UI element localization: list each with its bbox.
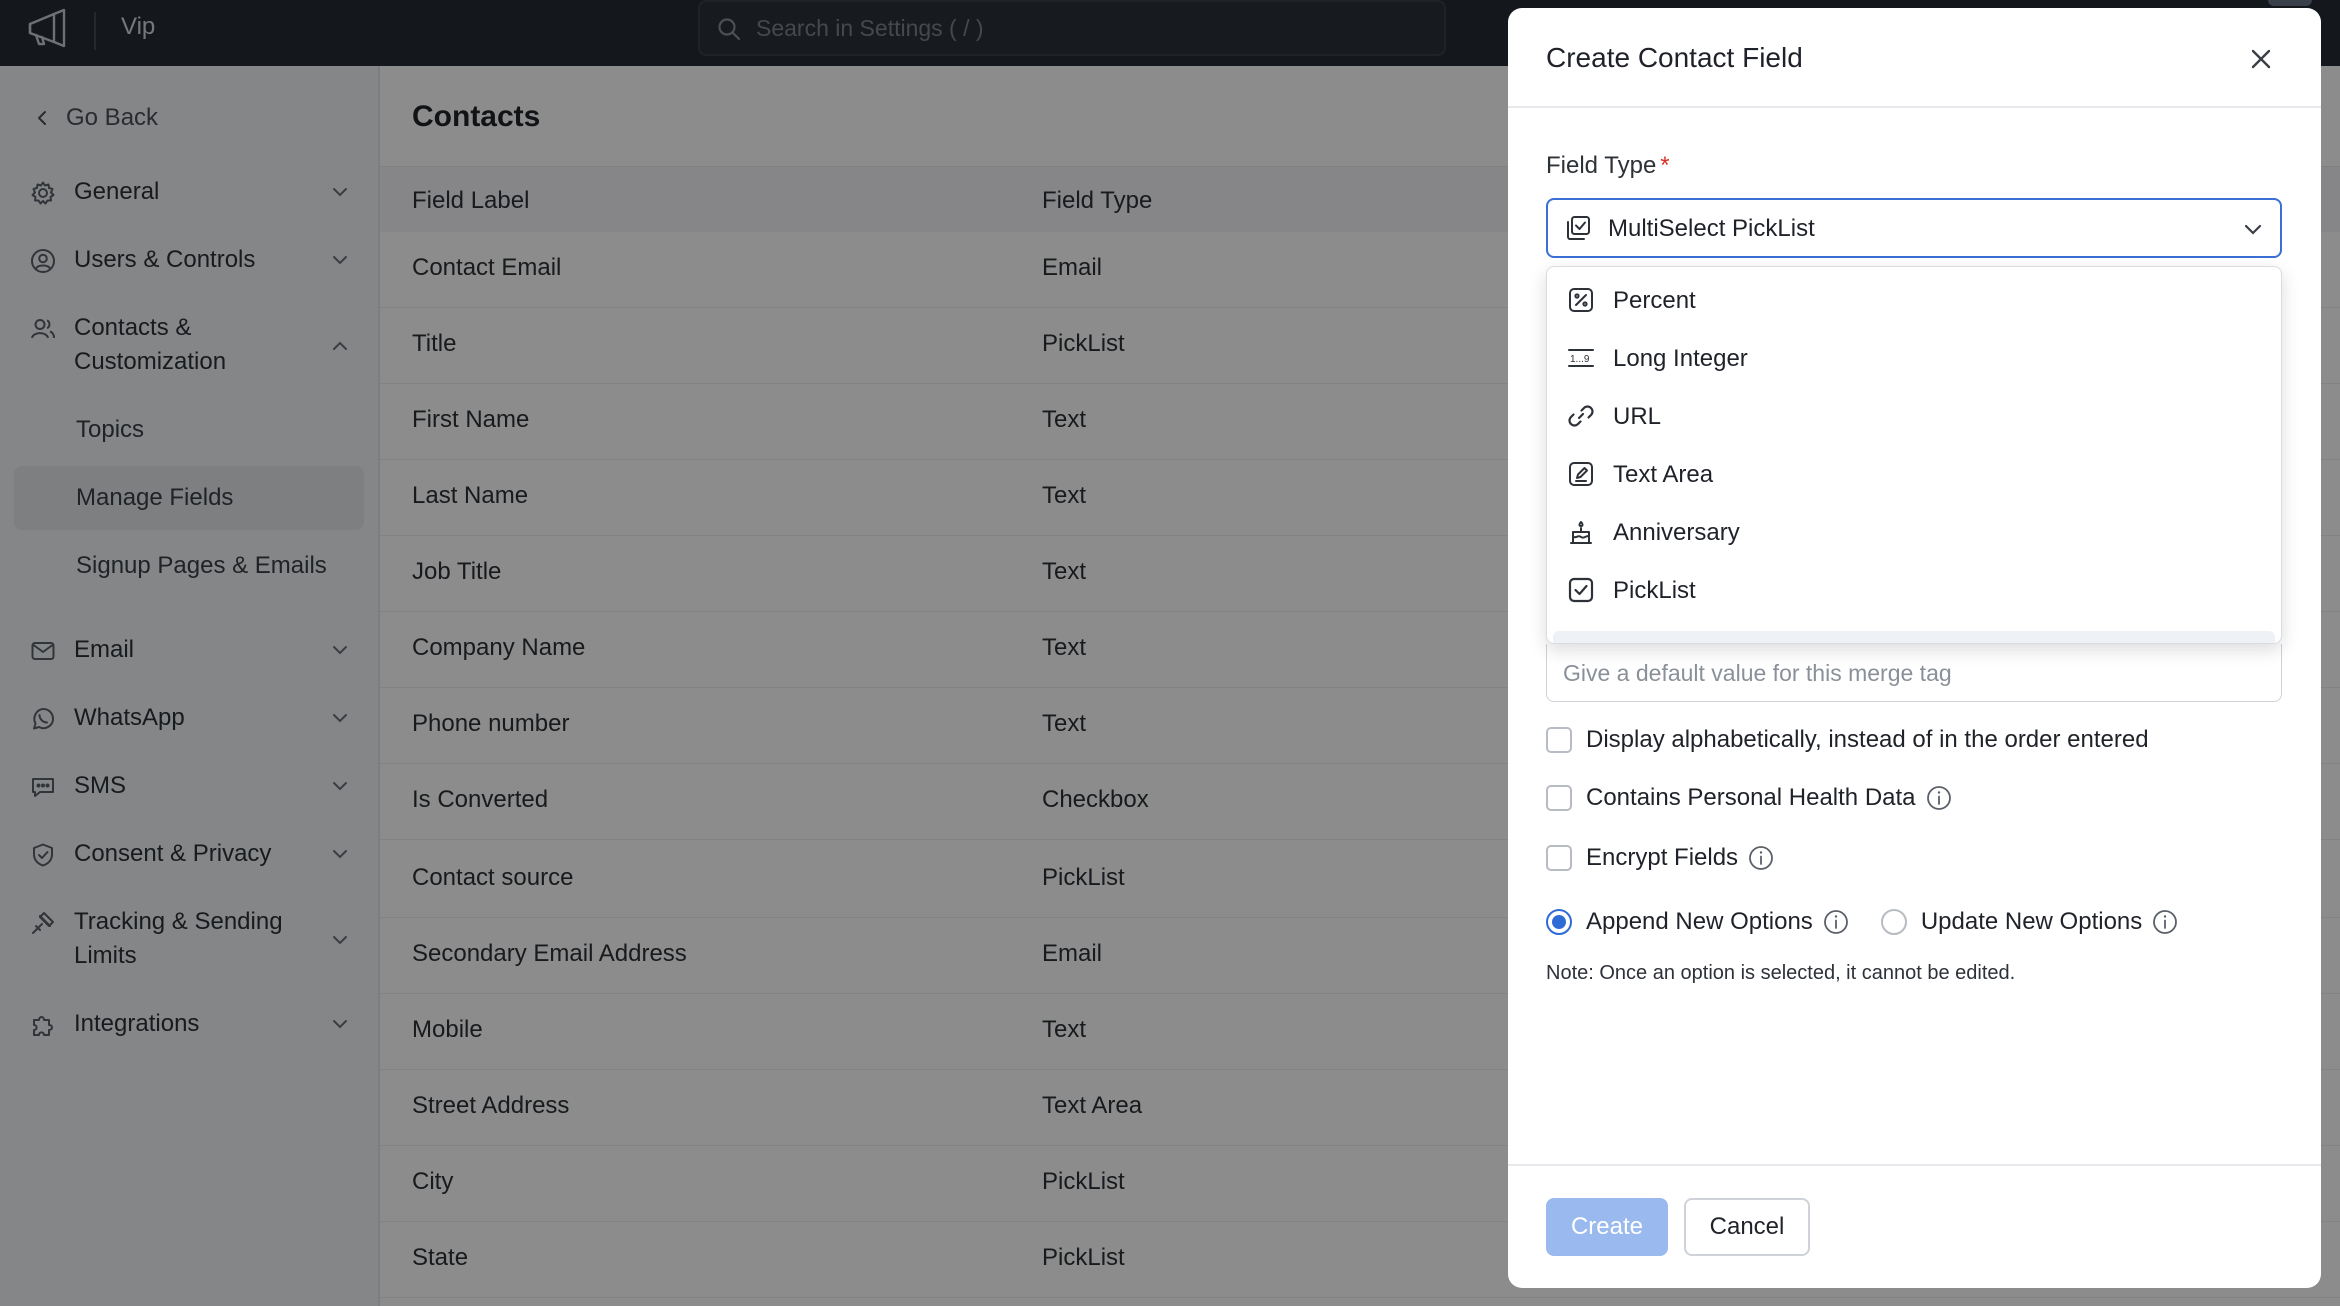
cake-icon [1567, 518, 1595, 546]
percent-icon [1567, 286, 1595, 314]
dropdown-option-picklist[interactable]: PickList [1547, 561, 2281, 619]
info-icon[interactable] [1748, 845, 1774, 871]
create-contact-field-panel: Create Contact Field Field Type * MultiSe… [1508, 8, 2321, 1288]
dropdown-option-url[interactable]: URL [1547, 387, 2281, 445]
append-new-options-label: Append New Options [1586, 908, 1813, 935]
personal-health-data-option[interactable]: Contains Personal Health Data [1546, 784, 1952, 812]
field-type-selected-value: MultiSelect PickList [1608, 215, 1815, 242]
svg-text:1...9: 1...9 [1570, 354, 1590, 365]
field-type-label-text: Field Type [1546, 152, 1657, 179]
panel-title: Create Contact Field [1546, 42, 1803, 73]
personal-health-data-checkbox[interactable] [1546, 785, 1572, 811]
option-behavior-radio-group: Append New Options Update New Options [1546, 908, 2178, 936]
text-area-icon [1567, 460, 1595, 488]
encrypt-fields-checkbox[interactable] [1546, 845, 1572, 871]
display-alphabetically-checkbox[interactable] [1546, 727, 1572, 753]
info-icon[interactable] [1823, 909, 1849, 935]
panel-header: Create Contact Field [1508, 8, 2321, 108]
panel-footer: Create Cancel [1508, 1164, 2321, 1288]
topbar-corner-button [2268, 0, 2312, 6]
cancel-button[interactable]: Cancel [1684, 1198, 1810, 1256]
display-alphabetically-option[interactable]: Display alphabetically, instead of in th… [1546, 726, 2149, 754]
dropdown-option-text-area[interactable]: Text Area [1547, 445, 2281, 503]
encrypt-fields-label: Encrypt Fields [1586, 844, 1739, 871]
dropdown-option-label: URL [1613, 403, 1662, 430]
dropdown-option-long-integer[interactable]: 1...9 Long Integer [1547, 329, 2281, 387]
dropdown-option-label: Text Area [1613, 461, 1714, 488]
display-alphabetically-label: Display alphabetically, instead of in th… [1586, 726, 2149, 753]
info-icon[interactable] [1926, 785, 1952, 811]
create-button[interactable]: Create [1546, 1198, 1668, 1256]
dropdown-option-label: Long Integer [1613, 345, 1748, 372]
dropdown-option-anniversary[interactable]: Anniversary [1547, 503, 2281, 561]
long-integer-icon: 1...9 [1567, 344, 1595, 372]
dropdown-option-label: PickList [1613, 577, 1696, 604]
encrypt-fields-option[interactable]: Encrypt Fields [1546, 844, 1774, 872]
default-value-input[interactable] [1563, 658, 2263, 688]
default-value-field[interactable] [1546, 644, 2282, 702]
multiselect-picklist-icon [1564, 214, 1592, 242]
chevron-down-icon [2242, 218, 2264, 240]
info-icon[interactable] [2152, 909, 2178, 935]
checkbox-icon [1567, 576, 1595, 604]
dropdown-option-label: Anniversary [1613, 519, 1740, 546]
field-type-select[interactable]: MultiSelect PickList [1546, 198, 2282, 258]
field-type-dropdown: Percent 1...9 Long Integer URL Text Area… [1546, 266, 2282, 644]
update-new-options-radio-option[interactable]: Update New Options [1880, 908, 2178, 936]
dropdown-option-percent[interactable]: Percent [1547, 271, 2281, 329]
close-icon[interactable] [2246, 44, 2276, 74]
append-new-options-radio[interactable] [1546, 909, 1572, 935]
personal-health-data-label: Contains Personal Health Data [1586, 784, 1916, 811]
selection-note: Note: Once an option is selected, it can… [1546, 962, 2016, 984]
dropdown-option-label: Percent [1613, 287, 1696, 314]
append-new-options-radio-option[interactable]: Append New Options [1546, 908, 1849, 936]
update-new-options-radio[interactable] [1880, 909, 1907, 935]
dropdown-next-option-highlight[interactable] [1553, 631, 2275, 643]
link-icon [1567, 402, 1595, 430]
required-asterisk: * [1660, 152, 1670, 179]
update-new-options-label: Update New Options [1920, 908, 2143, 935]
field-type-label: Field Type * [1546, 152, 1670, 180]
